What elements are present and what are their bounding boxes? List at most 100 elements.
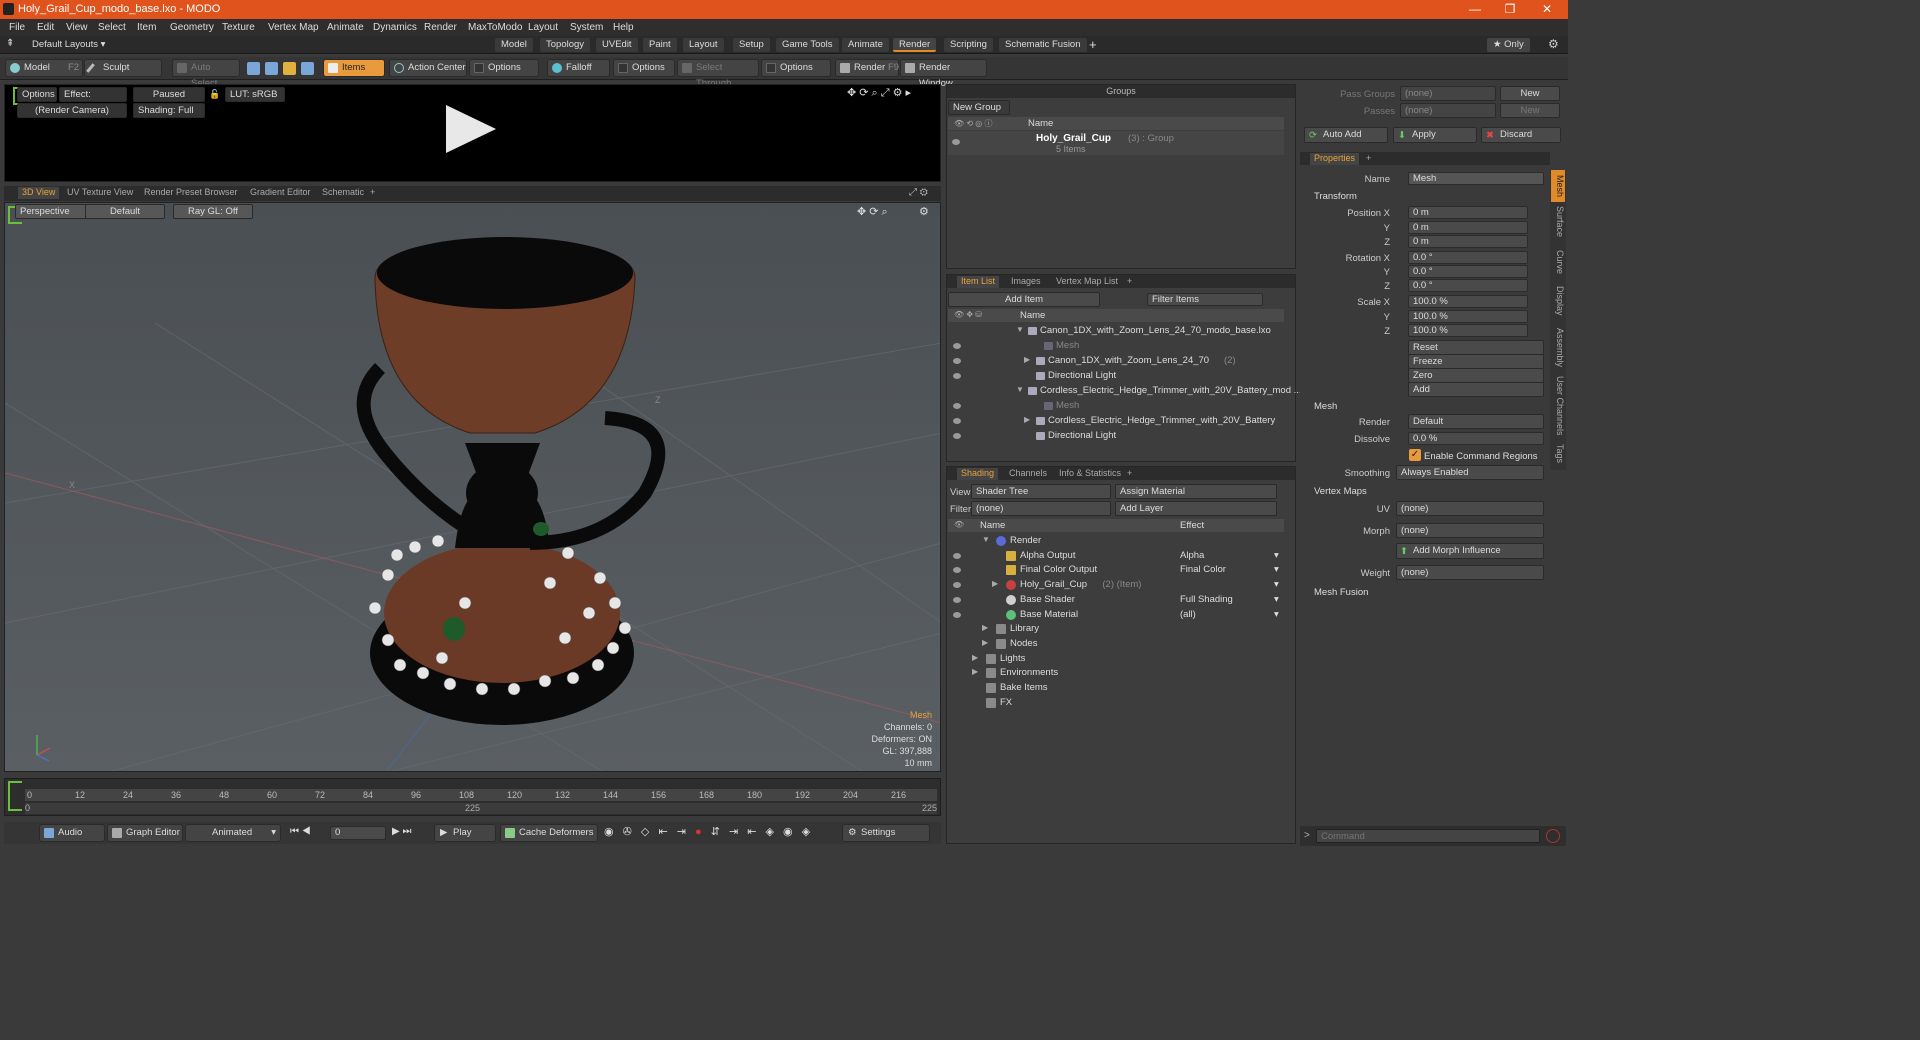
enable-command-regions-checkbox[interactable]: ✓ xyxy=(1409,449,1421,461)
polygon-mode-icon[interactable] xyxy=(283,62,296,75)
add-panel-tab-button[interactable]: + xyxy=(1123,276,1136,288)
filter-items-input[interactable]: Filter Items xyxy=(1147,293,1263,306)
menu-maxtomodo[interactable]: MaxToModo xyxy=(468,22,522,33)
passes-dropdown[interactable]: (none) xyxy=(1400,103,1496,118)
model-button[interactable]: Model F2 xyxy=(5,59,83,77)
mesh-section[interactable]: Mesh xyxy=(1314,401,1337,412)
add-tab-button[interactable]: + xyxy=(1089,37,1097,52)
preview-options-button[interactable]: Options xyxy=(17,87,57,102)
expand-arrow-icon[interactable]: ▼ xyxy=(1016,385,1024,394)
visibility-eye-icon[interactable] xyxy=(953,373,961,379)
vertex-mode-icon[interactable] xyxy=(247,62,260,75)
falloff-button[interactable]: Falloff xyxy=(547,59,610,77)
preview-view-controls-icon[interactable]: ✥ ⟳ ⌕ ⤢ ⚙ ▸ xyxy=(847,86,911,100)
tab-images[interactable]: Images xyxy=(1007,276,1045,288)
add-properties-tab-button[interactable]: + xyxy=(1362,153,1375,165)
play-icon[interactable] xyxy=(446,105,496,153)
visibility-eye-icon[interactable] xyxy=(953,611,961,618)
tab-properties[interactable]: Properties xyxy=(1310,153,1360,165)
command-stop-icon[interactable] xyxy=(1546,829,1560,843)
menu-edit[interactable]: Edit xyxy=(37,22,54,33)
position-z-input[interactable]: 0 m xyxy=(1408,235,1528,248)
tree-arrow-icon[interactable]: ▶ xyxy=(972,667,978,676)
action-center-options-button[interactable]: Options xyxy=(469,59,539,77)
visibility-eye-icon[interactable] xyxy=(953,596,961,603)
rotation-y-input[interactable]: 0.0 ° xyxy=(1408,265,1528,278)
tree-arrow-icon[interactable]: ▶ xyxy=(992,579,998,588)
add-shading-tab-button[interactable]: + xyxy=(1123,468,1136,480)
lut-dropdown[interactable]: LUT: sRGB xyxy=(225,87,285,102)
side-tab-mesh[interactable]: Mesh xyxy=(1551,170,1565,202)
raygl-toggle[interactable]: Ray GL: Off xyxy=(173,204,253,219)
new-group-button[interactable]: New Group xyxy=(948,100,1010,115)
viewport-nav-icons[interactable]: ✥ ⟳ ⌕ xyxy=(857,205,888,219)
pass-groups-dropdown[interactable]: (none) xyxy=(1400,86,1496,101)
shader-tree-row[interactable]: Alpha Output Alpha ▾ xyxy=(948,549,1284,563)
select-options-button[interactable]: Options xyxy=(761,59,831,77)
name-input[interactable]: Mesh xyxy=(1408,172,1544,185)
shader-tree-row[interactable]: Base Material (all) ▾ xyxy=(948,608,1284,622)
tab-model[interactable]: Model xyxy=(495,38,533,52)
chevron-down-icon[interactable]: ▾ xyxy=(1274,564,1279,575)
menu-render[interactable]: Render xyxy=(424,22,457,33)
visibility-eye-icon[interactable] xyxy=(953,433,961,439)
animated-dropdown[interactable]: Animated ▾ xyxy=(185,824,281,842)
group-row[interactable]: Holy_Grail_Cup (3) : Group 5 Items xyxy=(948,131,1284,155)
visibility-eye-icon[interactable] xyxy=(953,418,961,424)
menu-select[interactable]: Select xyxy=(98,22,126,33)
minimize-button[interactable]: — xyxy=(1460,1,1490,17)
viewport-expand-icon[interactable]: ⤢ ⚙ xyxy=(909,187,928,198)
tab-shading[interactable]: Shading xyxy=(957,468,999,480)
menu-dynamics[interactable]: Dynamics xyxy=(373,22,417,33)
tab-schematic[interactable]: Schematic xyxy=(318,187,368,199)
render-camera-dropdown[interactable]: (Render Camera) xyxy=(17,103,127,118)
assign-material-button[interactable]: Assign Material xyxy=(1115,484,1277,499)
add-layer-dropdown[interactable]: Add Layer xyxy=(1115,501,1277,516)
tab-topology[interactable]: Topology xyxy=(540,38,591,52)
visibility-eye-icon[interactable] xyxy=(953,582,961,589)
expand-arrow-icon[interactable]: ▼ xyxy=(1016,325,1024,334)
add-dropdown[interactable]: Add xyxy=(1408,382,1544,397)
chevron-down-icon[interactable]: ▾ xyxy=(1274,609,1279,620)
menu-file[interactable]: File xyxy=(9,22,25,33)
sculpt-button[interactable]: Sculpt xyxy=(84,59,162,77)
collapse-arrow-icon[interactable]: ▶ xyxy=(1024,355,1030,364)
side-tab-user-channels[interactable]: User Channels xyxy=(1551,376,1565,440)
select-through-button[interactable]: Select Through xyxy=(677,59,759,89)
maximize-button[interactable]: ❐ xyxy=(1495,1,1525,17)
new-pass-button[interactable]: New xyxy=(1500,103,1560,118)
add-viewport-tab-button[interactable]: + xyxy=(366,187,379,199)
tab-game-tools[interactable]: Game Tools xyxy=(776,38,839,52)
shader-effect-value[interactable]: Alpha xyxy=(1180,550,1204,561)
shader-tree-row[interactable]: ▶ Nodes xyxy=(948,637,1284,651)
shader-tree-dropdown[interactable]: Shader Tree xyxy=(971,484,1111,499)
morph-dropdown[interactable]: (none) xyxy=(1396,523,1544,538)
menu-vertex-map[interactable]: Vertex Map xyxy=(268,22,319,33)
auto-add-button[interactable]: ⟳ Auto Add xyxy=(1304,127,1388,143)
shading-eye-column-icon[interactable]: 👁 xyxy=(954,520,964,529)
gear-icon[interactable]: ⚙ xyxy=(1548,37,1559,51)
item-list-row[interactable]: Directional Light xyxy=(948,429,1284,443)
tree-arrow-icon[interactable]: ▶ xyxy=(972,653,978,662)
side-tab-surface[interactable]: Surface xyxy=(1551,206,1565,246)
item-list-row[interactable]: ▶ Canon_1DX_with_Zoom_Lens_24_70 (2) xyxy=(948,354,1284,368)
shader-tree-row[interactable]: Final Color Output Final Color ▾ xyxy=(948,563,1284,577)
transform-section[interactable]: Transform xyxy=(1314,191,1357,202)
side-tab-curve[interactable]: Curve xyxy=(1551,250,1565,282)
shader-tree-row[interactable]: ▶ Library xyxy=(948,622,1284,636)
layout-collapse-icon[interactable]: ⇞ xyxy=(6,38,14,49)
visibility-eye-icon[interactable] xyxy=(952,139,960,145)
perspective-dropdown[interactable]: Perspective xyxy=(15,204,87,219)
scale-x-input[interactable]: 100.0 % xyxy=(1408,295,1528,308)
timeline[interactable]: 0 12 24 36 48 60 72 84 96 108 120 132 144 156 168 180 19… xyxy=(4,778,941,816)
item-list-row[interactable]: ▶ Cordless_Electric_Hedge_Trimmer_with_20… xyxy=(948,414,1336,428)
smoothing-dropdown[interactable]: Always Enabled xyxy=(1396,465,1544,480)
menu-item[interactable]: Item xyxy=(137,22,156,33)
visibility-eye-icon[interactable] xyxy=(953,358,961,364)
shader-tree-row[interactable]: FX xyxy=(948,696,1284,710)
render-window-button[interactable]: Render Window xyxy=(900,59,987,89)
zero-dropdown[interactable]: Zero xyxy=(1408,368,1544,383)
close-button[interactable]: ✕ xyxy=(1532,1,1562,17)
tab-setup[interactable]: Setup xyxy=(733,38,770,52)
tree-arrow-icon[interactable]: ▶ xyxy=(982,638,988,647)
